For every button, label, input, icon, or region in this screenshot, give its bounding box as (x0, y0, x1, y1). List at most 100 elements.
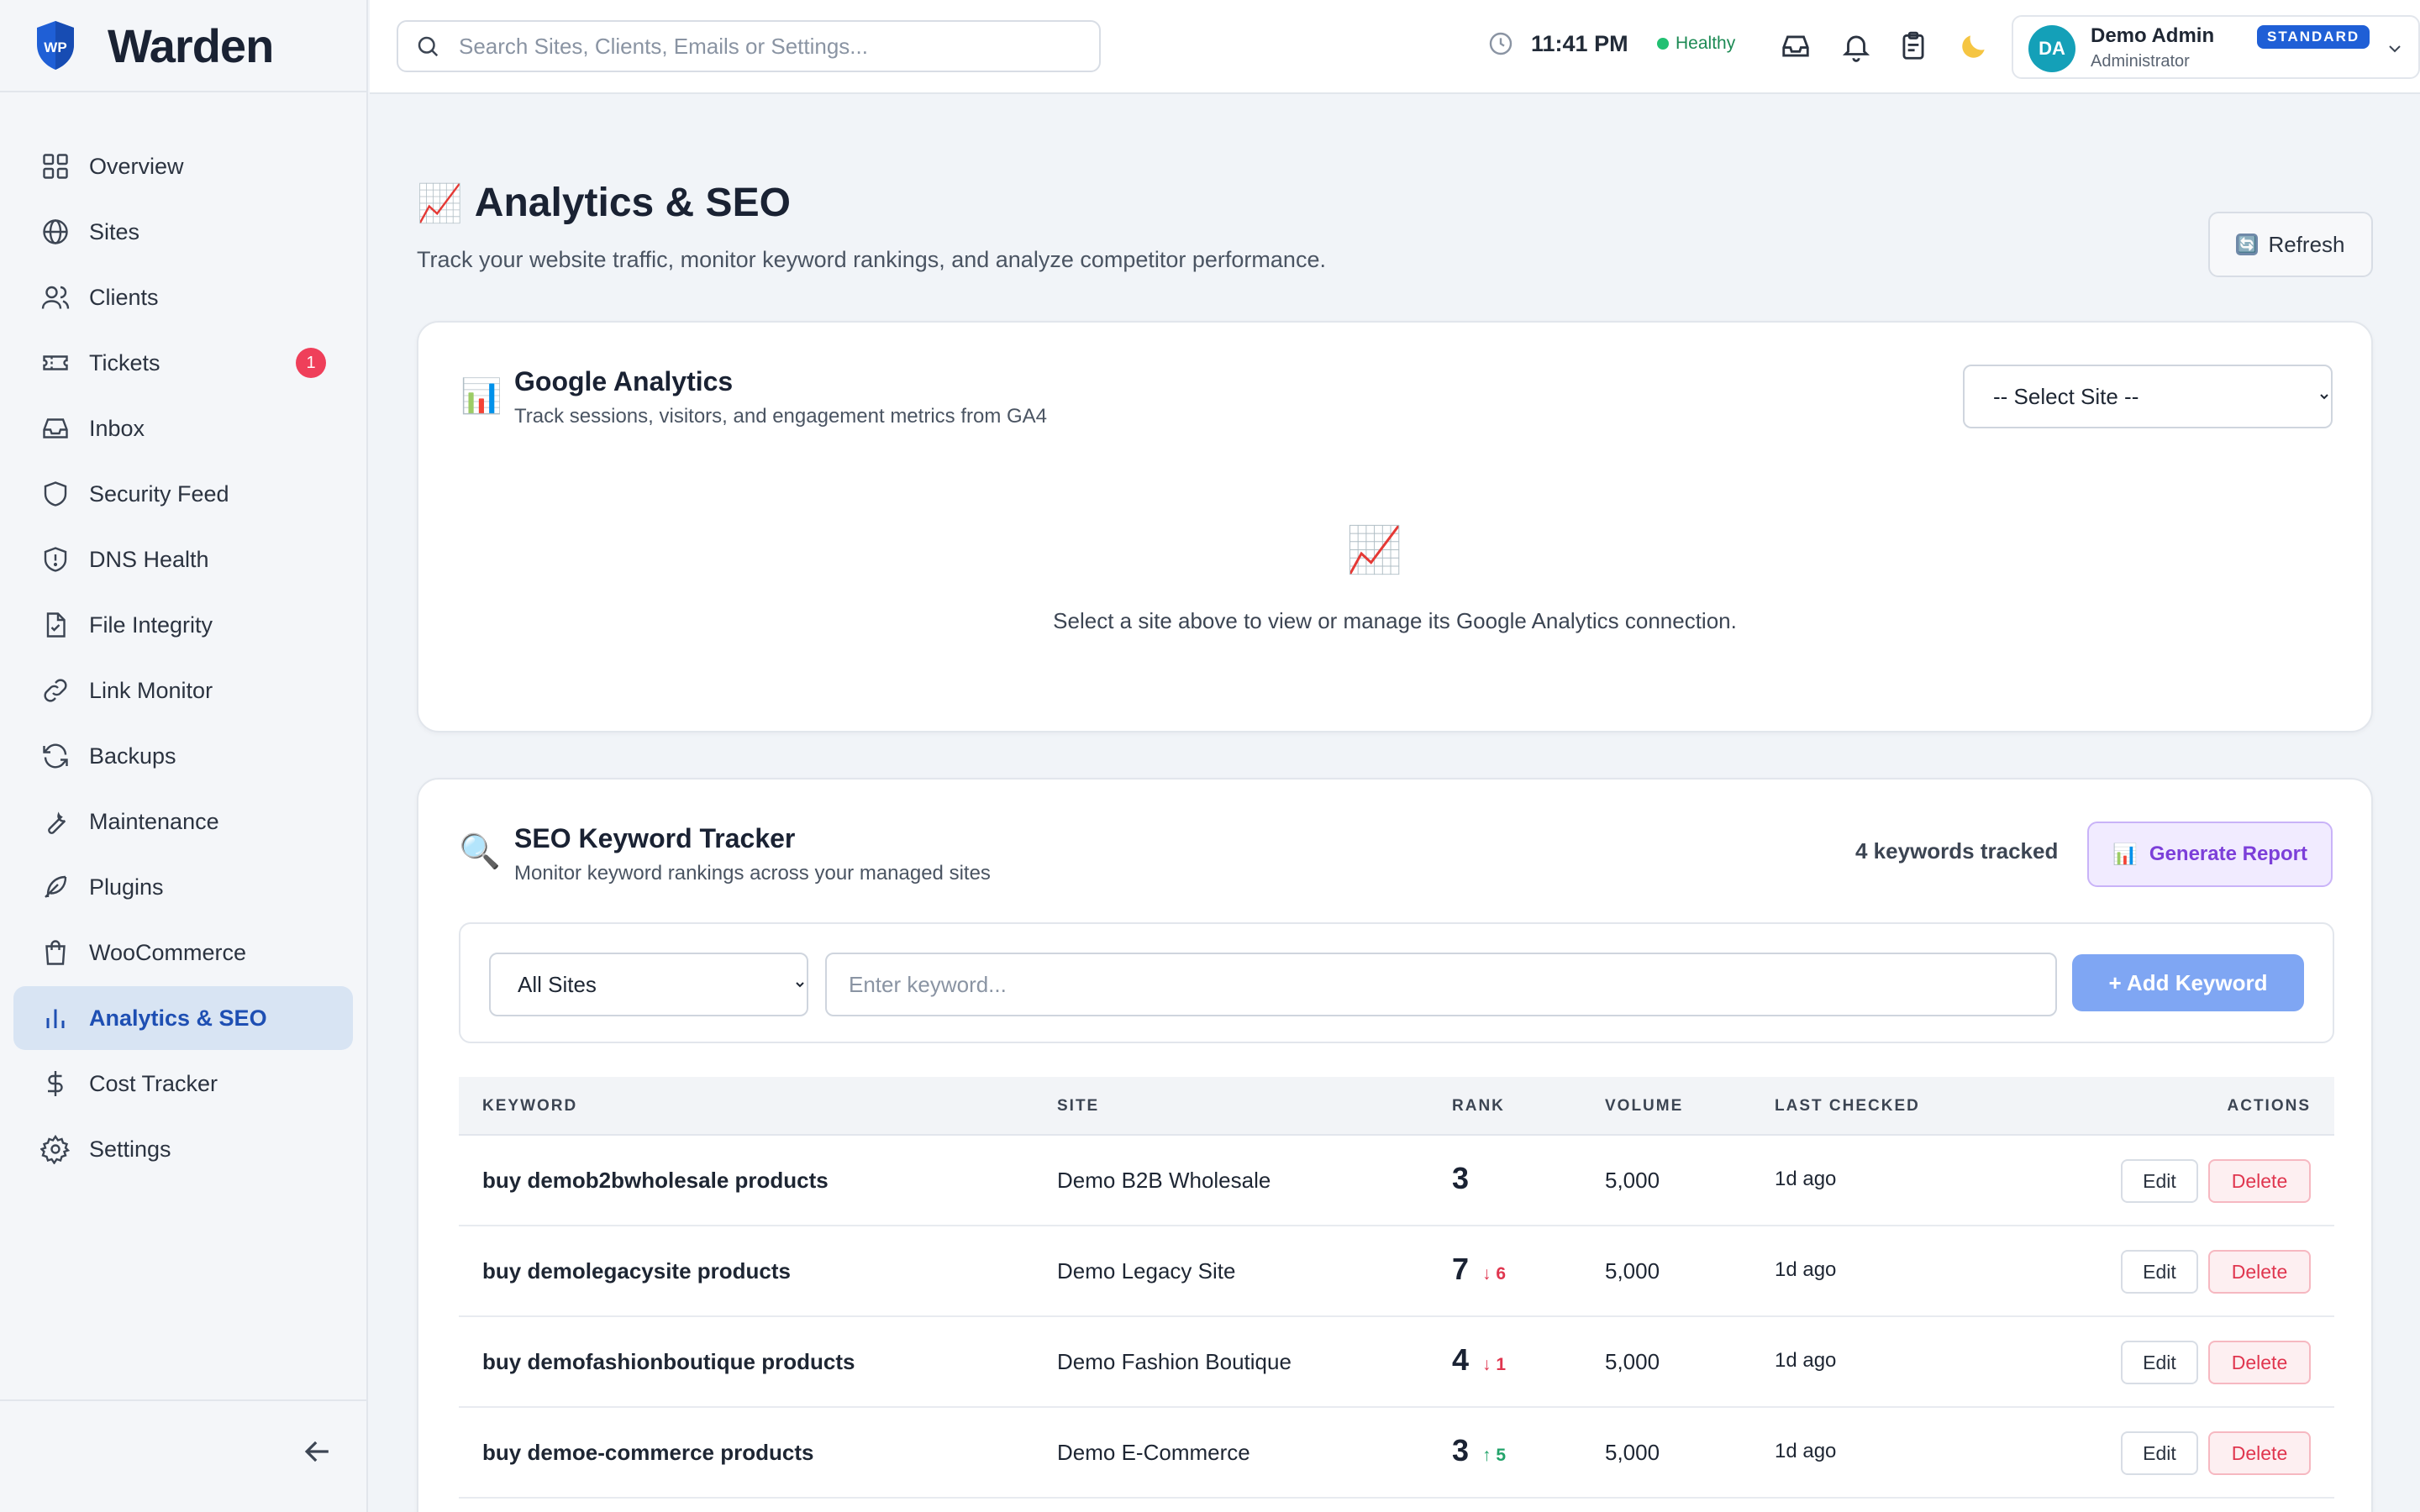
clipboard-icon[interactable] (1897, 30, 1929, 62)
sidebar-item-cost-tracker[interactable]: Cost Tracker (13, 1052, 353, 1116)
column-header-site[interactable]: SITE (1057, 1097, 1099, 1116)
page-title-text: Analytics & SEO (474, 181, 791, 225)
clock-icon (1489, 32, 1512, 55)
column-header-rank[interactable]: RANK (1452, 1097, 1505, 1116)
sidebar-item-security-feed[interactable]: Security Feed (13, 462, 353, 526)
bell-icon[interactable] (1840, 30, 1872, 62)
last-checked-cell: 1d ago (1775, 1349, 1837, 1372)
column-header-keyword[interactable]: KEYWORD (482, 1097, 577, 1116)
card-title: Google Analytics (514, 366, 734, 396)
chart-increasing-icon: 📈 (417, 182, 463, 224)
inbox-icon[interactable] (1780, 30, 1812, 62)
sidebar-item-clients[interactable]: Clients (13, 265, 353, 329)
column-header-last-checked[interactable]: LAST CHECKED (1775, 1097, 1920, 1116)
sidebar-item-label: Settings (89, 1136, 171, 1162)
sidebar-item-label: Security Feed (89, 480, 229, 507)
globe-icon (43, 219, 68, 244)
card-title: SEO Keyword Tracker (514, 823, 796, 853)
rank-value: 4 (1452, 1342, 1470, 1377)
moon-icon[interactable] (1958, 30, 1990, 62)
sidebar-item-woocommerce[interactable]: WooCommerce (13, 921, 353, 984)
chart-increasing-icon: 📈 (1346, 525, 1403, 575)
user-role: Administrator (2091, 52, 2190, 71)
sidebar-item-label: Link Monitor (89, 677, 213, 703)
rank-value: 3 (1452, 1433, 1470, 1467)
edit-button[interactable]: Edit (2121, 1341, 2198, 1384)
sidebar-footer (0, 1399, 366, 1512)
sidebar-item-label: Analytics & SEO (89, 1005, 267, 1031)
tickets-count-badge: 1 (296, 348, 326, 378)
sidebar-item-overview[interactable]: Overview (13, 134, 353, 198)
sidebar-item-tickets[interactable]: Tickets 1 (13, 331, 353, 395)
table-header: KEYWORD SITE RANK VOLUME LAST CHECKED AC… (459, 1077, 2334, 1136)
delete-button[interactable]: Delete (2208, 1250, 2311, 1294)
delete-button[interactable]: Delete (2208, 1431, 2311, 1475)
refresh-icon (43, 743, 68, 769)
rank-cell: 3 (1452, 1161, 1482, 1196)
sidebar-item-label: Maintenance (89, 808, 219, 834)
delete-button[interactable]: Delete (2208, 1159, 2311, 1203)
keyword-cell: buy demob2bwholesale products (482, 1168, 829, 1193)
keyword-cell: buy demofashionboutique products (482, 1349, 855, 1374)
feather-icon (45, 875, 67, 898)
rank-change-down: ↓ 1 (1482, 1355, 1507, 1374)
generate-report-button[interactable]: 📊 Generate Report (2087, 822, 2333, 887)
search-input[interactable] (459, 33, 1081, 60)
delete-button[interactable]: Delete (2208, 1341, 2311, 1384)
sidebar-item-label: Backups (89, 743, 176, 769)
page-subtitle: Track your website traffic, monitor keyw… (417, 247, 1326, 272)
last-checked-cell: 1d ago (1775, 1168, 1837, 1190)
sidebar-item-backups[interactable]: Backups (13, 724, 353, 788)
table-row: buy demolegacysite products Demo Legacy … (459, 1226, 2334, 1317)
volume-cell: 5,000 (1605, 1440, 1660, 1465)
search-icon (418, 36, 439, 57)
card-subtitle: Monitor keyword rankings across your man… (514, 862, 991, 885)
add-keyword-button[interactable]: + Add Keyword (2072, 954, 2304, 1011)
sidebar-item-settings[interactable]: Settings (13, 1117, 353, 1181)
edit-button[interactable]: Edit (2121, 1250, 2198, 1294)
keywords-table: KEYWORD SITE RANK VOLUME LAST CHECKED AC… (459, 1077, 2334, 1499)
rank-value: 7 (1452, 1252, 1470, 1286)
bar-chart-icon: 📊 (460, 378, 502, 415)
refresh-button-label: Refresh (2268, 231, 2345, 257)
volume-cell: 5,000 (1605, 1168, 1660, 1193)
column-header-volume[interactable]: VOLUME (1605, 1097, 1683, 1116)
sidebar-item-analytics-seo[interactable]: Analytics & SEO (13, 986, 353, 1050)
collapse-sidebar-arrow-icon[interactable] (299, 1433, 336, 1470)
refresh-button[interactable]: 🔄 Refresh (2208, 212, 2373, 277)
add-keyword-form: All Sites + Add Keyword (459, 922, 2334, 1043)
edit-button[interactable]: Edit (2121, 1431, 2198, 1475)
sidebar-item-inbox[interactable]: Inbox (13, 396, 353, 460)
volume-cell: 5,000 (1605, 1258, 1660, 1284)
rank-change-up: ↑ 5 (1482, 1446, 1507, 1465)
ga-site-select[interactable]: -- Select Site -- (1963, 365, 2333, 428)
site-filter-select[interactable]: All Sites (489, 953, 808, 1016)
link-icon (44, 679, 67, 702)
sidebar-item-dns-health[interactable]: DNS Health (13, 528, 353, 591)
shield-alert-icon (44, 547, 67, 572)
wrench-icon (48, 811, 66, 834)
rank-cell: 7 ↓ 6 (1452, 1252, 1506, 1287)
edit-button[interactable]: Edit (2121, 1159, 2198, 1203)
warden-shield-logo-icon: WP (37, 21, 74, 70)
user-menu[interactable]: DA Demo Admin STANDARD Administrator (2012, 15, 2420, 79)
svg-text:WP: WP (44, 39, 66, 55)
sidebar-item-maintenance[interactable]: Maintenance (13, 790, 353, 853)
shopping-bag-icon (45, 940, 66, 965)
sidebar-item-link-monitor[interactable]: Link Monitor (13, 659, 353, 722)
rank-change-down: ↓ 6 (1482, 1264, 1507, 1284)
keyword-input[interactable] (825, 953, 2057, 1016)
user-name: Demo Admin (2091, 24, 2215, 47)
refresh-icon: 🔄 (2236, 234, 2259, 255)
sidebar: WP Warden Overview Sites Clients Tickets… (0, 0, 368, 1512)
dollar-icon (48, 1071, 63, 1096)
global-search[interactable] (397, 20, 1101, 72)
sidebar-item-sites[interactable]: Sites (13, 200, 353, 264)
sidebar-item-plugins[interactable]: Plugins (13, 855, 353, 919)
site-cell: Demo Legacy Site (1057, 1258, 1236, 1284)
bar-chart-icon: 📊 (2112, 843, 2138, 866)
brand[interactable]: WP Warden (0, 0, 366, 92)
health-status[interactable]: Healthy (1657, 34, 1735, 54)
sidebar-item-file-integrity[interactable]: File Integrity (13, 593, 353, 657)
table-row: buy demoe-commerce products Demo E-Comme… (459, 1408, 2334, 1499)
